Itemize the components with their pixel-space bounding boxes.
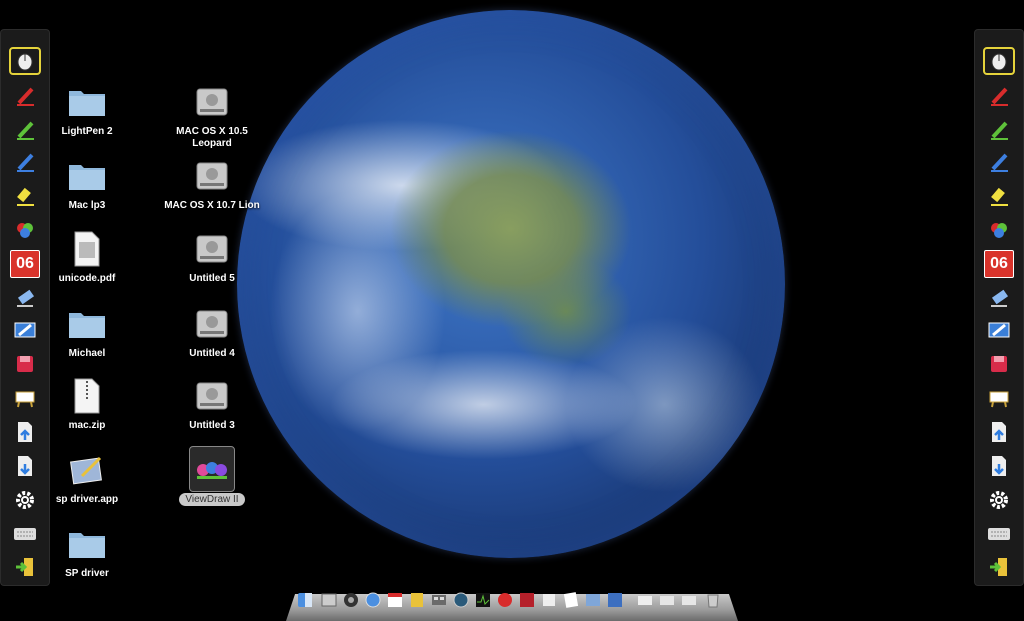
eraser-icon[interactable] bbox=[983, 284, 1015, 312]
hard-drive-icon bbox=[190, 80, 234, 124]
app-icon bbox=[65, 448, 109, 492]
dashboard-icon[interactable] bbox=[342, 590, 360, 610]
desktop-icon-michael[interactable]: Michael bbox=[37, 302, 137, 360]
folder-icon bbox=[65, 80, 109, 124]
hard-drive-icon bbox=[190, 374, 234, 418]
notes-icon[interactable] bbox=[408, 590, 426, 610]
whiteboard-icon[interactable] bbox=[983, 384, 1015, 412]
document-icon[interactable] bbox=[658, 590, 676, 610]
calendar-icon[interactable]: 06 bbox=[983, 250, 1015, 278]
game-icon[interactable] bbox=[496, 590, 514, 610]
mouse-pointer-icon[interactable] bbox=[983, 47, 1015, 75]
desktop-icon-mac-os-x-10-5[interactable]: MAC OS X 10.5 Leopard bbox=[162, 80, 262, 150]
color-picker-icon[interactable] bbox=[983, 216, 1015, 244]
save-icon[interactable] bbox=[983, 350, 1015, 378]
launchpad-icon[interactable] bbox=[320, 590, 338, 610]
photo-icon[interactable] bbox=[584, 590, 602, 610]
settings-gear-icon[interactable] bbox=[983, 486, 1015, 514]
textedit-icon[interactable] bbox=[562, 590, 580, 610]
right-tool-palette: 06 bbox=[974, 29, 1024, 586]
desktop-icon-viewdraw-ii[interactable]: ViewDraw II bbox=[162, 446, 262, 506]
folder-icon bbox=[65, 522, 109, 566]
mouse-pointer-icon[interactable] bbox=[9, 47, 41, 75]
desktop-icon-untitled-3[interactable]: Untitled 3 bbox=[162, 374, 262, 432]
trash-icon[interactable] bbox=[704, 590, 722, 610]
desktop-icon-sp-driver[interactable]: SP driver bbox=[37, 522, 137, 580]
import-icon[interactable] bbox=[983, 418, 1015, 446]
activity-monitor-icon[interactable] bbox=[474, 590, 492, 610]
xcode-icon[interactable] bbox=[606, 590, 624, 610]
blue-pen-icon[interactable] bbox=[983, 148, 1015, 176]
viewdraw-app-icon bbox=[189, 446, 235, 492]
dock-items bbox=[296, 592, 726, 614]
desktop-icon-untitled-5[interactable]: Untitled 5 bbox=[162, 227, 262, 285]
yellow-highlighter-icon[interactable] bbox=[983, 182, 1015, 210]
exit-icon[interactable] bbox=[983, 553, 1015, 581]
desktop-icon-lightpen-2[interactable]: LightPen 2 bbox=[37, 80, 137, 138]
earth-wallpaper bbox=[237, 10, 785, 558]
desktop-icon-mac-os-x-10-7[interactable]: MAC OS X 10.7 Lion bbox=[162, 154, 262, 212]
zip-file-icon bbox=[65, 374, 109, 418]
hard-drive-icon bbox=[190, 227, 234, 271]
selected-label: ViewDraw II bbox=[179, 493, 245, 506]
folder-icon bbox=[65, 302, 109, 346]
preview-icon[interactable] bbox=[540, 590, 558, 610]
clear-screen-icon[interactable] bbox=[983, 316, 1015, 344]
desktop-icon-untitled-4[interactable]: Untitled 4 bbox=[162, 302, 262, 360]
folder-icon bbox=[65, 154, 109, 198]
desktop-icon-mac-lp3[interactable]: Mac lp3 bbox=[37, 154, 137, 212]
red-pen-icon[interactable] bbox=[983, 82, 1015, 110]
mail-icon[interactable] bbox=[636, 590, 654, 610]
calendar-icon[interactable] bbox=[386, 590, 404, 610]
keyboard-icon[interactable] bbox=[983, 520, 1015, 548]
desktop-icon-mac-zip[interactable]: mac.zip bbox=[37, 374, 137, 432]
flash-icon[interactable] bbox=[518, 590, 536, 610]
finder-icon[interactable] bbox=[296, 590, 314, 610]
desktop-icon-unicode-pdf[interactable]: unicode.pdf bbox=[37, 227, 137, 285]
safari-icon[interactable] bbox=[364, 590, 382, 610]
hard-drive-icon bbox=[190, 154, 234, 198]
mission-control-icon[interactable] bbox=[430, 590, 448, 610]
desktop-icon-sp-driver-app[interactable]: sp driver.app bbox=[37, 448, 137, 506]
time-machine-icon[interactable] bbox=[452, 590, 470, 610]
green-pen-icon[interactable] bbox=[983, 116, 1015, 144]
pdf-document-icon bbox=[65, 227, 109, 271]
export-icon[interactable] bbox=[983, 452, 1015, 480]
hard-drive-icon bbox=[190, 302, 234, 346]
document-icon[interactable] bbox=[680, 590, 698, 610]
